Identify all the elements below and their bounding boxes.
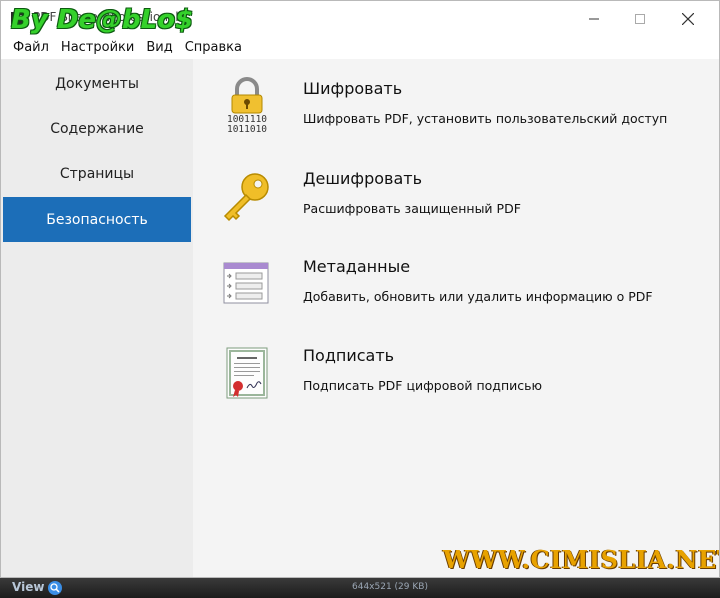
sidebar-item-contents[interactable]: Содержание [3, 106, 191, 151]
main-panel: 1001110 1011010 Шифровать Шифровать PDF,… [193, 59, 719, 577]
action-title: Метаданные [303, 257, 411, 276]
close-icon [682, 13, 694, 25]
action-sign[interactable]: Подписать Подписать PDF цифровой подпись… [193, 346, 719, 426]
image-size-label: 644x521 (29 KB) [352, 582, 428, 592]
menu-settings[interactable]: Настройки [55, 37, 140, 59]
action-title: Дешифровать [303, 169, 422, 188]
action-description: Шифровать PDF, установить пользовательск… [303, 111, 668, 126]
metadata-list-icon [223, 262, 269, 304]
sidebar-item-label: Страницы [59, 165, 135, 182]
minimize-button[interactable] [571, 1, 617, 37]
action-encrypt[interactable]: 1001110 1011010 Шифровать Шифровать PDF,… [193, 77, 719, 159]
maximize-icon [635, 14, 645, 24]
action-title: Подписать [303, 346, 395, 365]
minimize-icon [589, 18, 599, 20]
action-decrypt[interactable]: Дешифровать Расшифровать защищенный PDF [193, 169, 719, 249]
maximize-button[interactable] [617, 1, 663, 37]
watermark-top: By De@bLo$ [11, 5, 194, 35]
menu-help[interactable]: Справка [179, 37, 248, 59]
sidebar-item-documents[interactable]: Документы [3, 61, 191, 106]
menu-bar: Файл Настройки Вид Справка [1, 37, 719, 59]
action-description: Расшифровать защищенный PDF [303, 201, 521, 216]
action-metadata[interactable]: Метаданные Добавить, обновить или удалит… [193, 257, 719, 337]
menu-view[interactable]: Вид [140, 37, 178, 59]
content-area: Документы Содержание Страницы Безопаснос… [1, 59, 719, 577]
title-bar[interactable]: PDF Shaper Professional By De@bLo$ [1, 1, 719, 37]
sidebar: Документы Содержание Страницы Безопаснос… [1, 59, 193, 577]
action-title: Шифровать [303, 79, 403, 98]
certificate-icon [226, 347, 268, 399]
magnifier-icon[interactable] [48, 581, 62, 595]
app-window: PDF Shaper Professional By De@bLo$ Файл … [0, 0, 720, 578]
sidebar-item-label: Содержание [50, 120, 144, 137]
watermark-bottom: WWW.CIMISLIA.NET [443, 545, 720, 574]
action-description: Подписать PDF цифровой подписью [303, 378, 543, 393]
viewer-view-button[interactable]: View [12, 580, 44, 594]
viewer-status-bar: View 644x521 (29 KB) [0, 578, 720, 598]
key-icon [223, 173, 269, 222]
menu-file[interactable]: Файл [7, 37, 55, 59]
sidebar-item-label: Безопасность [46, 211, 148, 228]
close-button[interactable] [665, 1, 711, 37]
sidebar-item-security[interactable]: Безопасность [3, 197, 191, 242]
lock-binary-icon: 1001110 1011010 [227, 77, 267, 133]
sidebar-item-label: Документы [55, 75, 139, 92]
binary-line-2: 1011010 [227, 124, 267, 133]
sidebar-item-pages[interactable]: Страницы [3, 151, 191, 196]
action-description: Добавить, обновить или удалить информаци… [303, 289, 653, 304]
